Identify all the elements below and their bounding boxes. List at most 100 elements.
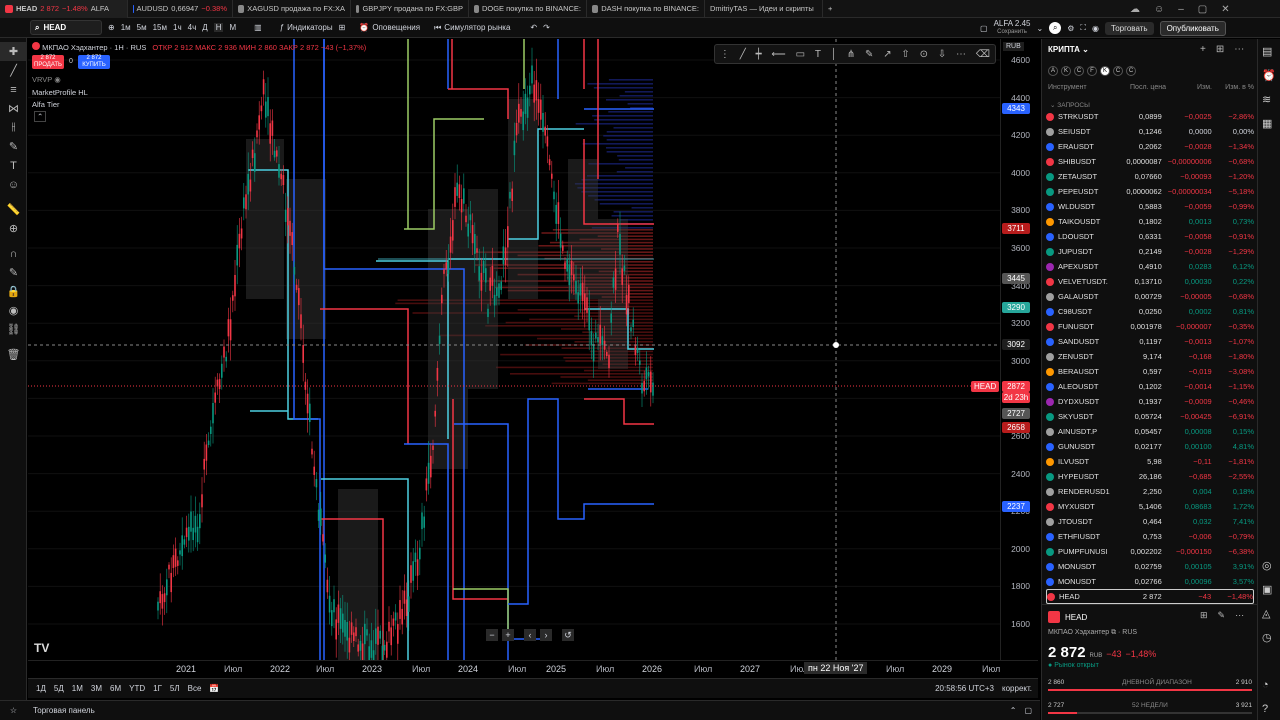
watchlist-row[interactable]: PEPEUSDT 0,0000062 −0,00000034 −5,18% (1046, 184, 1254, 199)
watchlist-row[interactable]: RENDERUSD1 2,250 0,004 0,18% (1046, 484, 1254, 499)
emoji-icon[interactable]: ☺ (0, 175, 27, 194)
alerts-button[interactable]: ⏰ Оповещения (359, 23, 420, 32)
watchlist-row[interactable]: SHIBUSDT 0,0000087 −0,00000006 −0,68% (1046, 154, 1254, 169)
collapse-panel-icon[interactable]: ⌃ (1010, 706, 1017, 715)
symbol-search[interactable]: ⌕ HEAD (30, 20, 102, 35)
quick-search-icon[interactable]: ⌕ (1049, 22, 1062, 34)
grid-icon[interactable]: ⊞ (1200, 610, 1208, 621)
fib-icon[interactable]: ≡ (0, 80, 27, 99)
tab-ideas[interactable]: DmitriyTAS — Идеи и скрипты (705, 0, 823, 18)
interval-1h[interactable]: 1ч (173, 23, 182, 32)
col-change[interactable]: Изм. (1166, 84, 1212, 91)
target-icon[interactable]: ⊙ (920, 49, 928, 60)
target-icon[interactable]: ◎ (1262, 559, 1272, 572)
hline-icon[interactable]: ┿ (756, 49, 762, 60)
link-icon[interactable]: ⛓ (0, 320, 27, 339)
user-icon[interactable]: ☺ (1154, 4, 1164, 15)
range-3m[interactable]: 3М (91, 684, 102, 693)
watchlist-row[interactable]: PUMPFUNUSI 0,002202 −0,000150 −6,38% (1046, 544, 1254, 559)
maximize-panel-icon[interactable]: ▢ (1024, 706, 1032, 715)
indicator-market-profile[interactable]: MarketProfile HL (32, 88, 88, 97)
tab-gbpjpy[interactable]: GBPJPY продана по FX:GBP (351, 0, 469, 18)
col-instrument[interactable]: Инструмент (1048, 84, 1114, 91)
col-change-pct[interactable]: Изм. в % (1212, 84, 1254, 91)
zoom-icon[interactable]: ⊕ (0, 219, 27, 238)
zoom-out-icon[interactable]: − (486, 629, 498, 641)
interval-1m[interactable]: 1м (121, 23, 131, 32)
brush-icon[interactable]: ✎ (865, 49, 873, 60)
flag-filter-4[interactable]: K (1100, 66, 1110, 76)
maximize-icon[interactable]: ▢ (1198, 4, 1207, 15)
settings-icon[interactable]: ⚙ (1067, 24, 1074, 33)
pitchfork-icon[interactable]: ⋔ (847, 49, 855, 60)
edit-icon[interactable]: ✎ (1218, 610, 1226, 621)
watchlist-row[interactable]: HEAD 2 872 −43 −1,48% (1046, 589, 1254, 604)
layout-icon[interactable]: ⊞ (339, 23, 346, 32)
add-symbol-icon[interactable]: + (1200, 44, 1206, 55)
flag-filter-6[interactable]: C (1126, 66, 1136, 76)
replay-button[interactable]: ⏮ Симулятор рынка (434, 23, 510, 33)
flag-filter-0[interactable]: A (1048, 66, 1058, 76)
watchlist-row[interactable]: ZETAUSDT 0,07660 −0,00093 −1,20% (1046, 169, 1254, 184)
tab-dash[interactable]: DASH покупка по BINANCE: (587, 0, 705, 18)
layout-square-icon[interactable]: ▢ (980, 24, 988, 33)
notifications-icon[interactable]: ◔ (1262, 679, 1269, 691)
watchlist-row[interactable]: WLDUSDT 0,5883 −0,0059 −0,99% (1046, 199, 1254, 214)
calendar-icon[interactable]: ▦ (1262, 117, 1272, 130)
interval-5m[interactable]: 5м (137, 23, 147, 32)
chat-icon[interactable]: ▣ (1262, 583, 1272, 596)
brush-icon[interactable]: ✎ (0, 137, 27, 156)
tab-audusd[interactable]: AUDUSD 0,66947 −0.38% (128, 0, 233, 18)
range-5d[interactable]: 5Д (54, 684, 64, 693)
close-icon[interactable]: ✕ (1221, 4, 1229, 15)
interval-d[interactable]: Д (202, 23, 207, 32)
new-tab-button[interactable]: + (823, 0, 837, 18)
tab-xagusd[interactable]: XAGUSD продажа по FX:XA (233, 0, 351, 18)
clock[interactable]: 20:58:56 UTC+3 (935, 684, 994, 693)
projection-icon[interactable]: ⫲ (0, 118, 27, 137)
watchlist-row[interactable]: SKYUSDT 0,05724 −0,00425 −6,91% (1046, 409, 1254, 424)
watchlist-row[interactable]: ILVUSDT 5,98 −0,11 −1,81% (1046, 454, 1254, 469)
range-ytd[interactable]: YTD (129, 684, 145, 693)
watchlist-row[interactable]: C98USDT 0,0250 0,0002 0,81% (1046, 304, 1254, 319)
chart-area[interactable]: МКПАО Хэдхантер · 1Н · RUS ОТКР 2 912 МА… (28, 39, 1038, 660)
collapse-icon[interactable]: ☆ (0, 706, 27, 715)
text-icon[interactable]: T (815, 49, 821, 60)
watchlist-icon[interactable]: ▤ (1262, 45, 1272, 58)
indicator-vrvp[interactable]: VRVP ◉ (32, 75, 61, 84)
eye-icon[interactable]: ◉ (54, 75, 61, 84)
zoom-in-icon[interactable]: + (502, 629, 514, 641)
arrow-up-icon[interactable]: ⇧ (901, 49, 909, 60)
sell-button[interactable]: 2 872 ПРОДАТЬ (32, 55, 64, 69)
advanced-view-icon[interactable]: ⊞ (1216, 44, 1224, 55)
pattern-icon[interactable]: ⋈ (0, 99, 27, 118)
tab-head[interactable]: HEAD 2 872 −1.48% ALFA (0, 0, 128, 18)
watchlist-row[interactable]: GALAUSDT 0,00729 −0,00005 −0,68% (1046, 289, 1254, 304)
trading-panel-tab[interactable]: Торговая панель (33, 706, 95, 715)
watchlist-row[interactable]: MONUSDT 0,02759 0,00105 3,91% (1046, 559, 1254, 574)
watchlist-row[interactable]: SANDUSDT 0,1197 −0,0013 −1,07% (1046, 334, 1254, 349)
magnet-icon[interactable]: ∩ (0, 244, 27, 263)
range-all[interactable]: Все (188, 684, 202, 693)
scroll-left-icon[interactable]: ‹ (524, 629, 536, 641)
publish-button[interactable]: Опубликовать (1159, 20, 1226, 36)
fullscreen-icon[interactable]: ⛶ (1080, 23, 1086, 33)
section-header[interactable]: ⌄ ЗАПРОСЫ (1050, 101, 1090, 109)
tab-doge[interactable]: DOGE покупка по BINANCE: (469, 0, 587, 18)
watchlist-row[interactable]: STRKUSDT 0,0899 −0,0025 −2,86% (1046, 109, 1254, 124)
watchlist-row[interactable]: FUNUSDT 0,001978 −0,000007 −0,35% (1046, 319, 1254, 334)
watchlist-row[interactable]: HYPEUSDT 26,186 −0,685 −2,55% (1046, 469, 1254, 484)
range-5y[interactable]: 5Л (170, 684, 180, 693)
snapshot-icon[interactable]: ◉ (1092, 24, 1099, 33)
watchlist-row[interactable]: ERAUSDT 0,2062 −0,0028 −1,34% (1046, 139, 1254, 154)
keep-drawing-icon[interactable]: ✎ (0, 263, 27, 282)
col-last[interactable]: Посл. цена (1114, 84, 1166, 91)
watchlist-row[interactable]: BERAUSDT 0,597 −0,019 −3,08% (1046, 364, 1254, 379)
price-chart[interactable] (28, 39, 1038, 660)
range-1y[interactable]: 1Г (153, 684, 162, 693)
watchlist-row[interactable]: DYDXUSDT 0,1937 −0,0009 −0,46% (1046, 394, 1254, 409)
range-1m[interactable]: 1М (72, 684, 83, 693)
range-6m[interactable]: 6М (110, 684, 121, 693)
undo-icon[interactable]: ↶ (530, 23, 537, 32)
cursor-cross-icon[interactable]: ✚ (0, 42, 27, 61)
